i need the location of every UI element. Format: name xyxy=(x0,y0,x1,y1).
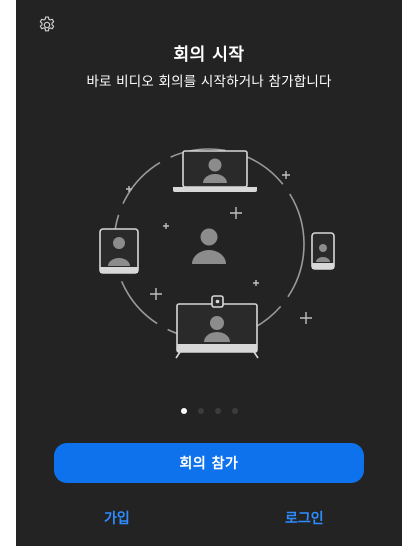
page-dot[interactable] xyxy=(231,408,238,414)
page-indicator xyxy=(16,408,402,414)
phone-icon xyxy=(311,232,335,270)
join-meeting-button[interactable]: 회의 참가 xyxy=(54,443,364,483)
settings-button[interactable] xyxy=(35,13,59,37)
tablet-icon xyxy=(99,228,139,274)
login-link[interactable]: 로그인 xyxy=(285,508,324,528)
page-dot-active[interactable] xyxy=(180,408,187,414)
page-title: 회의 시작 xyxy=(173,45,245,65)
page-subtitle: 바로 비디오 회의를 시작하거나 참가합니다 xyxy=(86,74,332,90)
laptop-icon xyxy=(173,150,257,192)
room-system-icon xyxy=(175,295,259,359)
page-dot[interactable] xyxy=(214,408,221,414)
user-icon xyxy=(192,228,226,264)
meeting-illustration xyxy=(99,148,335,359)
signup-link[interactable]: 가입 xyxy=(104,508,130,528)
app-screen: 회의 시작 바로 비디오 회의를 시작하거나 참가합니다 회의 참가 가입 로그… xyxy=(16,0,402,546)
page-dot[interactable] xyxy=(197,408,204,414)
gear-icon xyxy=(39,16,55,32)
